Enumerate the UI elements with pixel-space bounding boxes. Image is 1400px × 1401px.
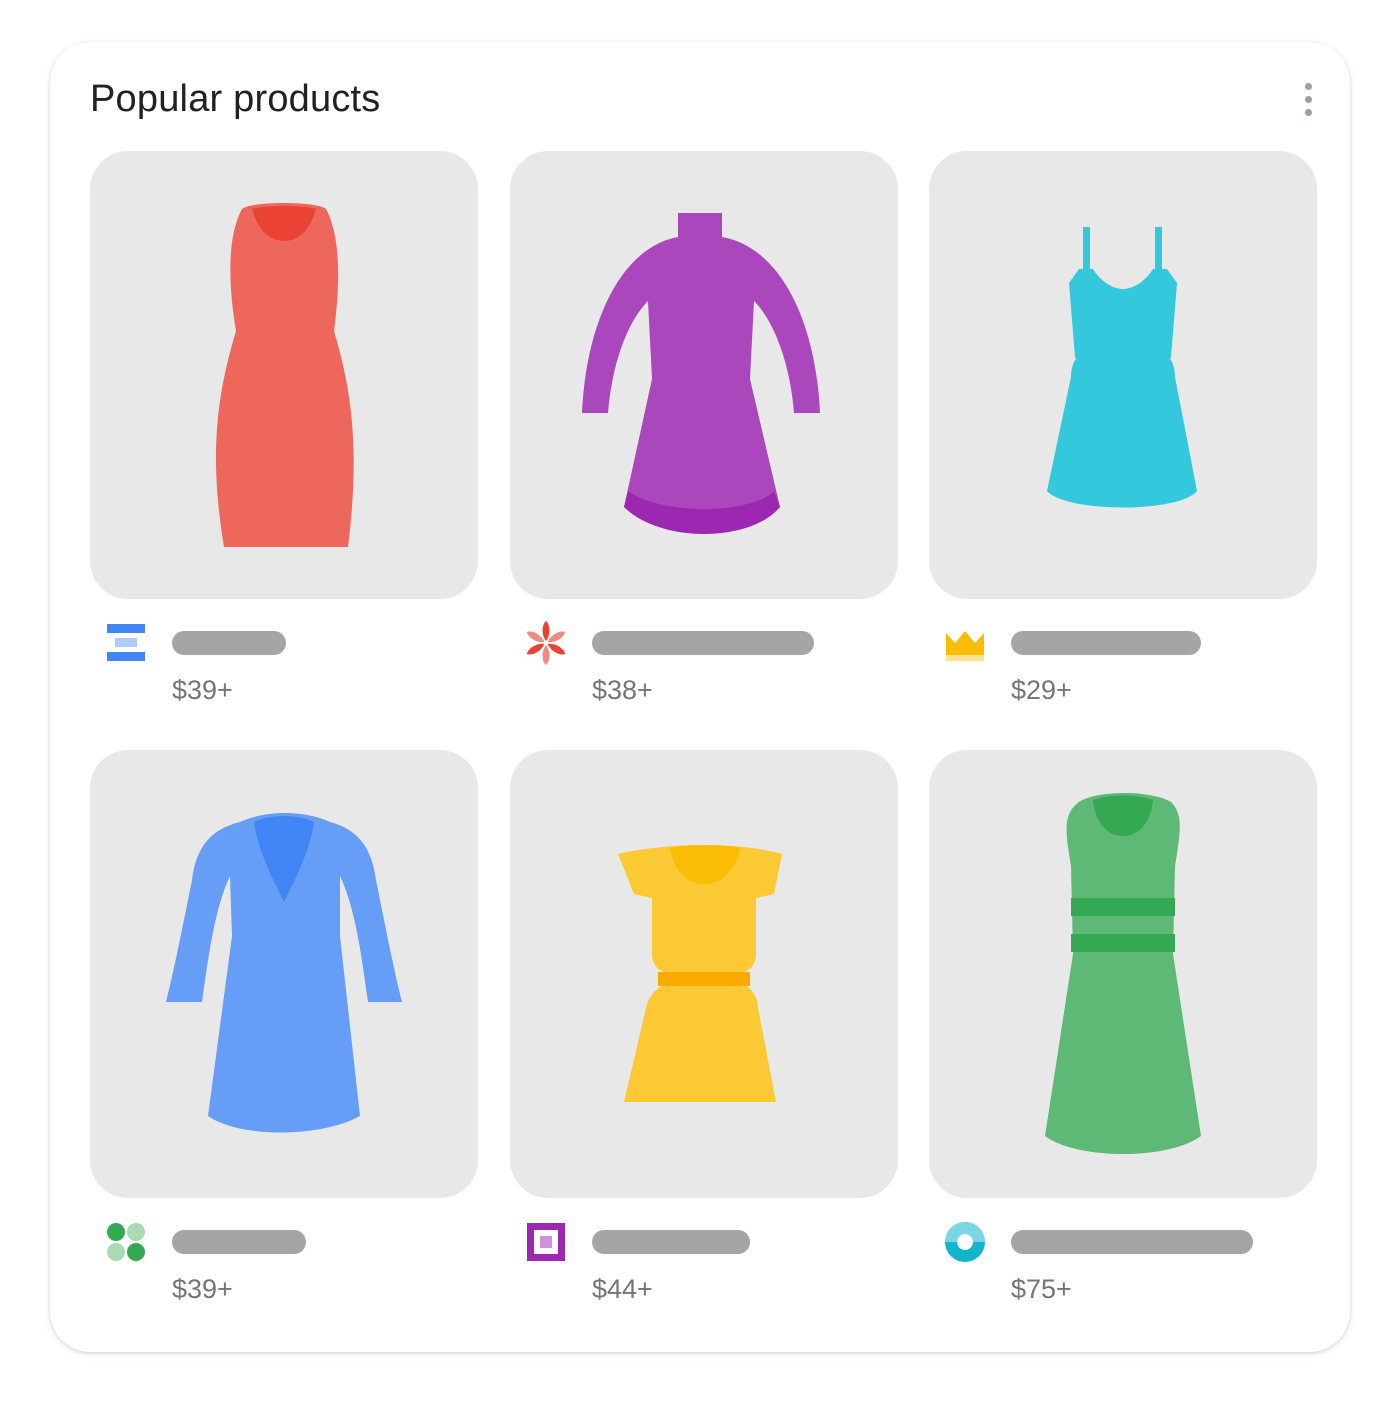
product-image[interactable] (90, 151, 478, 599)
product-name-placeholder (172, 1230, 306, 1254)
more-vert-icon[interactable] (1288, 76, 1328, 122)
product-card[interactable]: $39+ (90, 750, 478, 1330)
product-card[interactable]: $75+ (929, 750, 1317, 1330)
product-price: $44+ (592, 1274, 653, 1304)
product-image[interactable] (510, 151, 898, 599)
stacked-bars-logo-icon (104, 621, 148, 665)
product-price: $39+ (172, 675, 233, 705)
v-neck-wrap-coat-dress-illustration (166, 813, 402, 1133)
product-card[interactable]: $39+ (90, 151, 478, 731)
product-price: $38+ (592, 675, 653, 705)
product-image[interactable] (929, 151, 1317, 599)
product-price: $29+ (1011, 675, 1072, 705)
crown-logo-icon (943, 621, 987, 665)
turtleneck-long-sleeve-dress-illustration (582, 213, 820, 534)
popular-products-card: Popular products $39+ $38+ $29+ $39+ $44… (50, 42, 1350, 1352)
product-image[interactable] (510, 750, 898, 1198)
four-dots-logo-icon (104, 1220, 148, 1264)
product-card[interactable]: $44+ (510, 750, 898, 1330)
flower-logo-icon (524, 621, 568, 665)
product-price: $39+ (172, 1274, 233, 1304)
product-card[interactable]: $38+ (510, 151, 898, 731)
card-title: Popular products (90, 78, 381, 120)
short-sleeve-belted-dress-illustration (618, 845, 782, 1102)
product-image[interactable] (90, 750, 478, 1198)
product-image[interactable] (929, 750, 1317, 1198)
product-name-placeholder (172, 631, 286, 655)
square-frame-logo-icon (524, 1220, 568, 1264)
spaghetti-strap-dress-illustration (1047, 227, 1197, 508)
product-name-placeholder (1011, 631, 1201, 655)
product-name-placeholder (592, 631, 814, 655)
striped-sleeveless-maxi-dress-illustration (1045, 793, 1201, 1154)
ring-logo-icon (943, 1220, 987, 1264)
product-name-placeholder (592, 1230, 750, 1254)
product-name-placeholder (1011, 1230, 1253, 1254)
product-card[interactable]: $29+ (929, 151, 1317, 731)
product-price: $75+ (1011, 1274, 1072, 1304)
sleeveless-fitted-dress-illustration (215, 203, 354, 547)
